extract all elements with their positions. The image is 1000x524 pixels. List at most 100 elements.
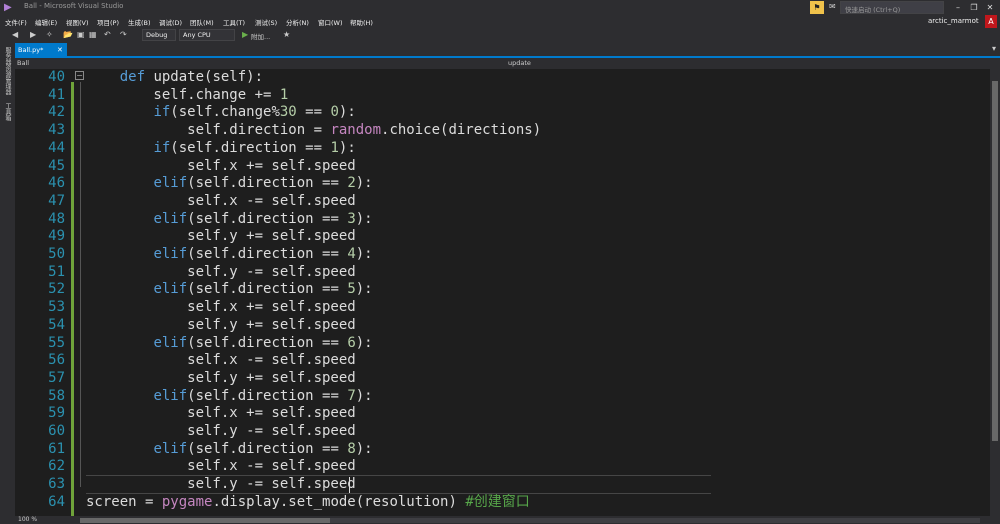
code-line[interactable]: 64 screen = pygame.display.set_mode(resol… [15,494,995,512]
code-line[interactable]: 56 self.x -= self.speed [15,352,995,370]
code-text[interactable]: self.y += self.speed [86,317,356,335]
code-text[interactable]: if(self.direction == 1): [86,140,355,158]
avatar[interactable]: A [985,15,997,28]
solution-config-select[interactable]: Debug [142,29,176,41]
line-number: 44 [48,139,65,156]
code-line[interactable]: 59 self.x += self.speed [15,405,995,423]
code-line[interactable]: 48 elif(self.direction == 3): [15,211,995,229]
menu-edit[interactable]: 编辑(E) [35,17,57,27]
user-name[interactable]: arctic_marmot [928,17,979,25]
code-text[interactable]: self.x += self.speed [86,405,356,423]
menu-build[interactable]: 生成(B) [128,17,151,27]
line-number: 50 [48,246,65,262]
code-text[interactable]: elif(self.direction == 5): [86,281,372,299]
code-line[interactable]: 60 self.y -= self.speed [15,423,995,441]
code-line[interactable]: 58 elif(self.direction == 7): [15,388,995,406]
menu-help[interactable]: 帮助(H) [350,17,373,27]
code-text[interactable]: self.y -= self.speed [86,476,356,494]
code-text[interactable]: self.x -= self.speed [86,352,356,370]
code-line[interactable]: 42 if(self.change%30 == 0): [15,104,995,122]
run-icon[interactable]: ▶ [242,30,248,39]
code-line[interactable]: 45 self.x += self.speed [15,158,995,176]
code-text[interactable]: elif(self.direction == 6): [86,335,372,353]
open-file-icon[interactable]: 📂 [63,30,73,39]
notification-flag-icon[interactable]: ⚑ [810,1,824,14]
server-explorer-tab[interactable]: 服务器资源管理器 [3,47,12,95]
code-text[interactable]: elif(self.direction == 7): [86,388,372,406]
minimize-button[interactable]: – [950,0,966,15]
code-text[interactable]: self.y += self.speed [86,370,356,388]
menu-analyze[interactable]: 分析(N) [286,17,309,27]
code-line[interactable]: 41 self.change += 1 [15,87,995,105]
menu-test[interactable]: 测试(S) [255,17,277,27]
code-line[interactable]: 55 elif(self.direction == 6): [15,335,995,353]
menu-file[interactable]: 文件(F) [5,17,27,27]
code-text[interactable]: elif(self.direction == 3): [86,211,372,229]
nav-member-select[interactable]: update [508,59,531,67]
code-line[interactable]: 63 self.y -= self.speed [15,476,995,494]
back-icon[interactable]: ◀ [12,30,18,39]
undo-icon[interactable]: ↶ [104,30,111,39]
restore-button[interactable]: ❐ [966,0,982,15]
code-text[interactable]: self.change += 1 [86,87,288,105]
code-line[interactable]: 53 self.x += self.speed [15,299,995,317]
save-all-icon[interactable]: ▦ [89,30,97,39]
code-text[interactable]: self.x -= self.speed [86,458,356,476]
save-icon[interactable]: ▣ [77,30,85,39]
code-line[interactable]: 62 self.x -= self.speed [15,458,995,476]
code-text[interactable]: self.y -= self.speed [86,264,356,282]
vertical-scroll-thumb[interactable] [992,81,998,441]
menu-view[interactable]: 视图(V) [66,17,89,27]
code-text[interactable]: self.x += self.speed [86,299,356,317]
menu-window[interactable]: 窗口(W) [318,17,343,27]
code-line[interactable]: 44 if(self.direction == 1): [15,140,995,158]
title-bar: ▶ Ball - Microsoft Visual Studio ⚑ ✉ 快速启… [0,0,1000,15]
redo-icon[interactable]: ↷ [120,30,127,39]
chevron-down-icon[interactable]: ▾ [992,44,996,53]
menu-debug[interactable]: 调试(D) [159,17,182,27]
attach-button[interactable]: 附加... [251,31,270,41]
code-text[interactable]: elif(self.direction == 2): [86,175,372,193]
menu-project[interactable]: 项目(P) [97,17,119,27]
code-line[interactable]: 51 self.y -= self.speed [15,264,995,282]
horizontal-scrollbar[interactable] [80,518,980,523]
platform-select[interactable]: Any CPU [179,29,235,41]
toolbar-extra-icon[interactable]: ★ [283,30,290,39]
code-text[interactable]: def update(self): [86,69,263,87]
code-line[interactable]: 61 elif(self.direction == 8): [15,441,995,459]
feedback-icon[interactable]: ✉ [829,2,836,11]
code-line[interactable]: 52 elif(self.direction == 5): [15,281,995,299]
code-text[interactable]: elif(self.direction == 8): [86,441,372,459]
code-line[interactable]: 46 elif(self.direction == 2): [15,175,995,193]
code-line[interactable]: 50 elif(self.direction == 4): [15,246,995,264]
code-line[interactable]: 47 self.x -= self.speed [15,193,995,211]
horizontal-scroll-thumb[interactable] [80,518,330,523]
menu-team[interactable]: 团队(M) [190,17,214,27]
code-text[interactable]: self.direction = random.choice(direction… [86,122,541,140]
toolbox-tab[interactable]: 工具箱 [3,103,12,121]
line-number: 62 [48,458,65,475]
code-line[interactable]: 49 self.y += self.speed [15,228,995,246]
quick-launch-input[interactable]: 快速启动 (Ctrl+Q) [840,1,944,14]
code-text[interactable]: self.y += self.speed [86,228,356,246]
code-text[interactable]: self.x += self.speed [86,158,356,176]
code-line[interactable]: 54 self.y += self.speed [15,317,995,335]
code-text[interactable]: self.x -= self.speed [86,193,356,211]
line-number: 47 [48,192,65,209]
code-line[interactable]: 40 def update(self): [15,69,995,87]
forward-icon[interactable]: ▶ [30,30,36,39]
close-icon[interactable]: ✕ [57,43,63,57]
close-button[interactable]: ✕ [982,0,998,15]
vertical-scrollbar[interactable] [990,69,1000,516]
code-editor[interactable]: − 40 def update(self): 41 self.change += … [15,69,995,516]
nav-scope-select[interactable]: Ball [17,59,29,67]
code-line[interactable]: 43 self.direction = random.choice(direct… [15,122,995,140]
code-text[interactable]: elif(self.direction == 4): [86,246,372,264]
zoom-level[interactable]: 100 % [18,516,37,523]
new-project-icon[interactable]: ✧ [46,30,53,39]
code-line[interactable]: 57 self.y += self.speed [15,370,995,388]
code-text[interactable]: screen = pygame.display.set_mode(resolut… [86,494,530,512]
menu-tools[interactable]: 工具(T) [223,17,245,27]
code-text[interactable]: self.y -= self.speed [86,423,356,441]
code-text[interactable]: if(self.change%30 == 0): [86,104,355,122]
